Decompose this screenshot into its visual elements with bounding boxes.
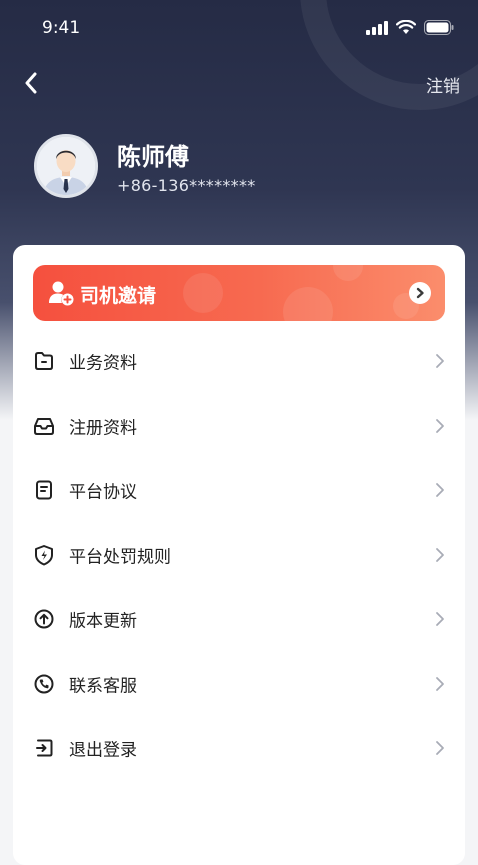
banner-decoration	[333, 265, 363, 281]
back-button[interactable]	[16, 68, 46, 98]
chevron-right-icon	[436, 547, 444, 562]
profile-name: 陈师傅	[117, 143, 189, 171]
menu-item-version-update[interactable]: 版本更新	[13, 587, 465, 652]
banner-decoration	[283, 287, 333, 321]
menu-item-label: 联系客服	[69, 676, 137, 697]
profile-phone: +86-136********	[117, 176, 256, 195]
chevron-left-icon	[25, 72, 37, 94]
menu-item-customer-service[interactable]: 联系客服	[13, 652, 465, 717]
phone-icon	[34, 674, 54, 694]
menu-item-logout[interactable]: 退出登录	[13, 716, 465, 781]
battery-icon	[424, 20, 454, 35]
chevron-right-icon	[436, 354, 444, 369]
chevron-right-icon	[436, 483, 444, 498]
menu-item-label: 注册资料	[69, 418, 137, 439]
menu-item-label: 平台处罚规则	[69, 547, 171, 568]
driver-avatar-icon	[37, 137, 95, 195]
menu-item-label: 业务资料	[69, 353, 137, 374]
menu-item-registration-info[interactable]: 注册资料	[13, 394, 465, 459]
arrow-up-circle-icon	[34, 609, 54, 629]
chevron-right-icon	[436, 612, 444, 627]
status-icons	[366, 20, 454, 35]
shield-bolt-icon	[35, 544, 53, 566]
chevron-right-icon	[436, 741, 444, 756]
chevron-right-icon	[436, 418, 444, 433]
menu-item-penalty-rules[interactable]: 平台处罚规则	[13, 523, 465, 588]
menu-item-label: 退出登录	[69, 740, 137, 761]
menu-item-business-info[interactable]: 业务资料	[13, 329, 465, 394]
avatar	[34, 134, 98, 198]
driver-invite-label: 司机邀请	[80, 285, 157, 307]
menu-list: 业务资料 注册资料 平台协议 平台处罚规则 版本更新 联系客服 退出登录	[13, 329, 465, 781]
document-icon	[36, 480, 52, 500]
status-bar: 9:41	[0, 0, 478, 60]
menu-card: 司机邀请 业务资料 注册资料 平台协议 平台处罚规则 版本更新 联系客服 退出登…	[13, 245, 465, 865]
inbox-icon	[34, 417, 54, 435]
status-time: 9:41	[42, 18, 81, 38]
menu-item-label: 平台协议	[69, 482, 137, 503]
exit-icon	[36, 739, 53, 757]
menu-item-label: 版本更新	[69, 611, 137, 632]
invite-arrow-icon	[409, 282, 431, 304]
wifi-icon	[396, 20, 416, 34]
banner-decoration	[183, 273, 223, 313]
signal-icon	[366, 20, 388, 35]
chevron-right-icon	[436, 676, 444, 691]
folder-icon	[35, 352, 53, 371]
menu-item-platform-agreement[interactable]: 平台协议	[13, 458, 465, 523]
add-user-icon	[49, 281, 74, 306]
driver-invite-banner[interactable]: 司机邀请	[33, 265, 445, 321]
deregister-link[interactable]: 注销	[426, 72, 460, 97]
